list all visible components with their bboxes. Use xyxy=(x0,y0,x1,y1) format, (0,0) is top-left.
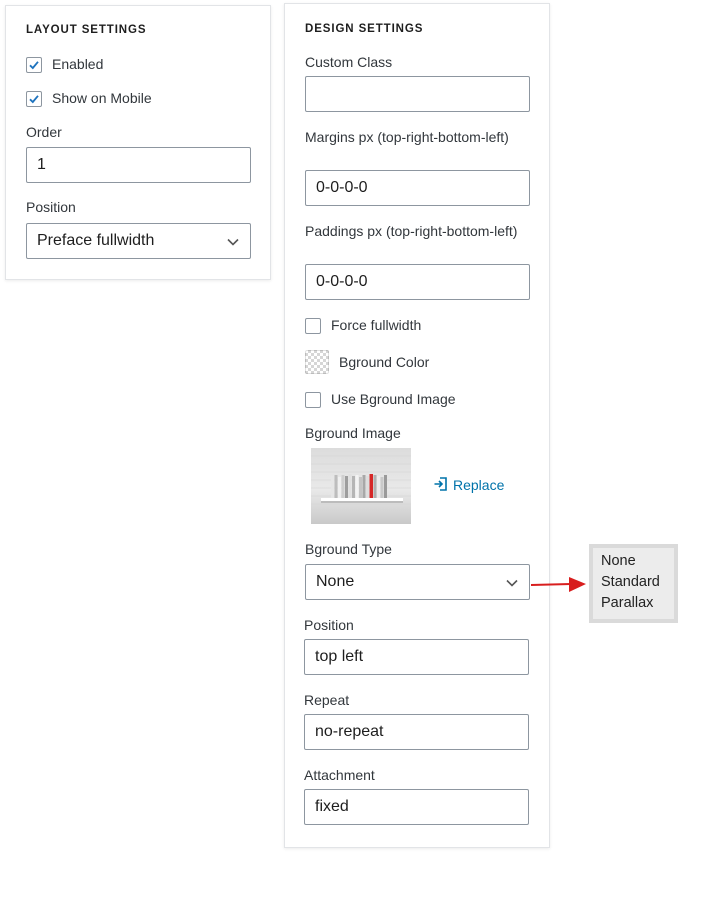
bg-position-label: Position xyxy=(304,617,354,633)
force-fullwidth-label: Force fullwidth xyxy=(331,317,422,333)
bground-type-options-list: None Standard Parallax xyxy=(589,544,678,623)
attachment-input[interactable]: fixed xyxy=(304,789,529,825)
position-label: Position xyxy=(26,199,76,215)
custom-class-input[interactable] xyxy=(305,76,530,112)
bookshelf-image xyxy=(311,455,411,505)
chevron-down-icon xyxy=(227,238,239,246)
paddings-label: Paddings px (top-right-bottom-left) xyxy=(305,223,518,239)
layout-settings-panel: LAYOUT SETTINGS Enabled Show on Mobile O… xyxy=(5,5,271,280)
order-input[interactable]: 1 xyxy=(26,147,251,183)
show-on-mobile-checkbox[interactable] xyxy=(26,91,42,107)
custom-class-label: Custom Class xyxy=(305,54,393,70)
attachment-label: Attachment xyxy=(304,767,375,783)
bground-image-label: Bground Image xyxy=(305,425,401,441)
checkmark-icon xyxy=(29,95,39,104)
position-select[interactable]: Preface fullwidth xyxy=(26,223,251,259)
replace-label: Replace xyxy=(453,477,505,493)
bground-color-swatch[interactable] xyxy=(305,350,329,374)
replace-link[interactable]: Replace xyxy=(433,476,504,493)
option-parallax[interactable]: Parallax xyxy=(601,595,653,611)
bground-type-label: Bground Type xyxy=(305,541,392,557)
layout-settings-heading: LAYOUT SETTINGS xyxy=(26,24,147,36)
bground-color-label: Bground Color xyxy=(339,354,430,370)
option-standard[interactable]: Standard xyxy=(601,574,660,590)
option-none[interactable]: None xyxy=(601,553,636,569)
paddings-input[interactable]: 0-0-0-0 xyxy=(305,264,530,300)
checkmark-icon xyxy=(29,61,39,70)
enabled-label: Enabled xyxy=(52,56,104,72)
bg-position-input[interactable]: top left xyxy=(304,639,529,675)
use-bground-image-label: Use Bground Image xyxy=(331,391,456,407)
force-fullwidth-checkbox[interactable] xyxy=(305,318,321,334)
design-settings-heading: DESIGN SETTINGS xyxy=(305,23,424,35)
order-label: Order xyxy=(26,124,62,140)
chevron-down-icon xyxy=(506,579,518,587)
enabled-checkbox[interactable] xyxy=(26,57,42,73)
use-bground-image-checkbox[interactable] xyxy=(305,392,321,408)
bground-image-thumbnail xyxy=(311,448,411,524)
repeat-label: Repeat xyxy=(304,692,350,708)
position-select-value: Preface fullwidth xyxy=(37,232,155,249)
red-arrow-icon xyxy=(530,577,586,592)
margins-label: Margins px (top-right-bottom-left) xyxy=(305,129,509,145)
design-settings-panel: DESIGN SETTINGS Custom Class Margins px … xyxy=(284,3,550,848)
show-on-mobile-label: Show on Mobile xyxy=(52,90,152,106)
margins-input[interactable]: 0-0-0-0 xyxy=(305,170,530,206)
bground-type-select-value: None xyxy=(316,573,355,590)
replace-icon xyxy=(434,477,447,491)
bground-type-select[interactable]: None xyxy=(305,564,530,600)
repeat-input[interactable]: no-repeat xyxy=(304,714,529,750)
